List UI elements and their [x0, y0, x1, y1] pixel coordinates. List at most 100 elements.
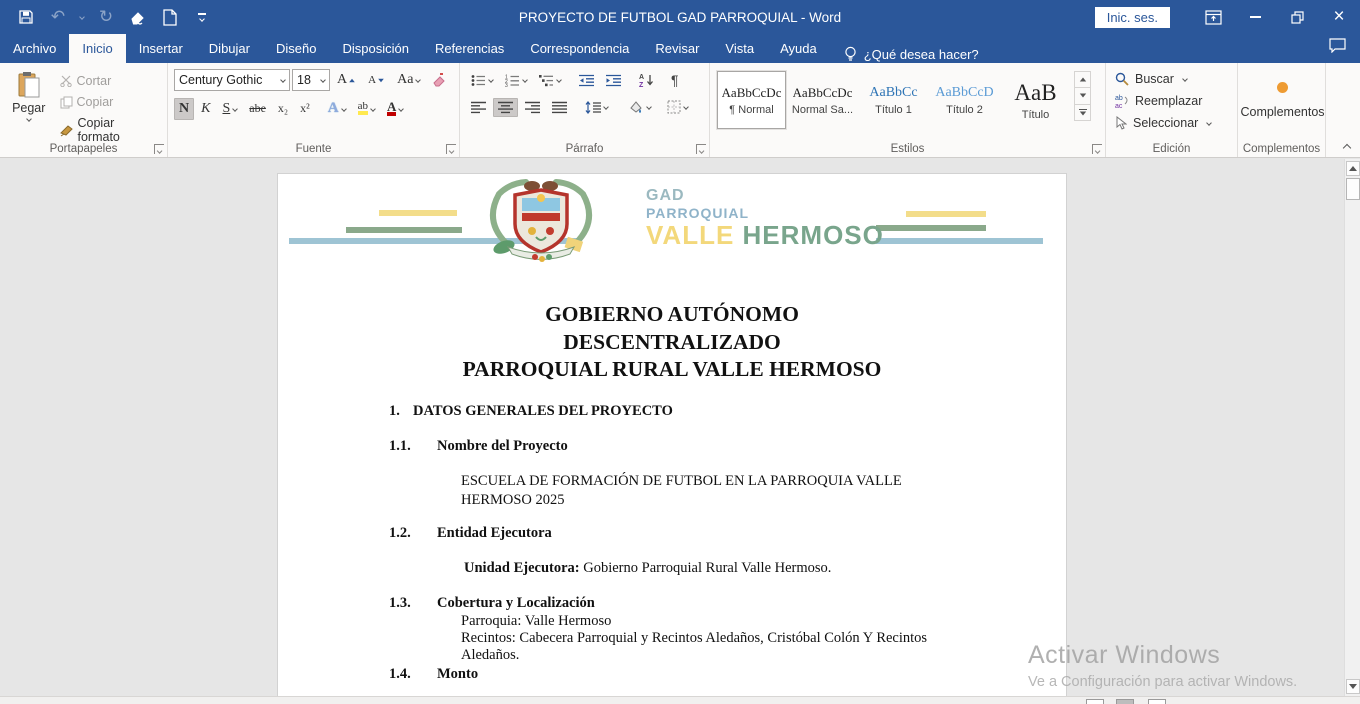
- tab-archivo[interactable]: Archivo: [0, 34, 69, 63]
- ribbon-right-margin: [1326, 63, 1360, 157]
- svg-text:Z: Z: [639, 82, 644, 87]
- font-size-value: 18: [297, 73, 311, 87]
- paste-dropdown-icon[interactable]: [26, 116, 32, 122]
- document-area[interactable]: GAD PARROQUIAL VALLE HERMOSO GOBIERNO AU…: [0, 159, 1360, 696]
- tell-me-box[interactable]: ¿Qué desea hacer?: [844, 46, 979, 63]
- section-1-4-title: 1.4.Monto: [389, 665, 1009, 684]
- new-document-icon[interactable]: [156, 4, 184, 30]
- clipboard-dialog-launcher-icon[interactable]: [154, 144, 164, 154]
- ribbon-display-options-icon[interactable]: [1192, 0, 1234, 34]
- bullets-button[interactable]: [466, 71, 498, 90]
- font-color-button[interactable]: A: [382, 98, 408, 119]
- section-1-2-body-bold: Unidad Ejecutora:: [464, 560, 580, 576]
- tab-dibujar[interactable]: Dibujar: [196, 34, 263, 63]
- save-icon[interactable]: [12, 4, 40, 30]
- undo-icon: ↶: [44, 4, 72, 30]
- tab-referencias[interactable]: Referencias: [422, 34, 517, 63]
- minimize-button[interactable]: [1234, 0, 1276, 34]
- clear-formatting-button[interactable]: [427, 70, 453, 90]
- line-spacing-button[interactable]: [580, 98, 613, 117]
- replace-icon: abac: [1115, 94, 1129, 108]
- find-button[interactable]: Buscar: [1112, 70, 1233, 88]
- scroll-down-icon[interactable]: [1346, 679, 1360, 694]
- tab-vista[interactable]: Vista: [712, 34, 767, 63]
- scrollbar-thumb[interactable]: [1346, 178, 1360, 200]
- align-left-button[interactable]: [466, 98, 491, 117]
- section-1-3-title: 1.3.Cobertura y Localización: [389, 594, 1009, 613]
- tab-disposicion[interactable]: Disposición: [329, 34, 421, 63]
- close-button[interactable]: ×: [1318, 0, 1360, 34]
- text-highlight-button[interactable]: ab: [353, 99, 380, 118]
- paragraph-dialog-launcher-icon[interactable]: [696, 144, 706, 154]
- justify-button[interactable]: [547, 98, 572, 117]
- restore-button[interactable]: [1276, 0, 1318, 34]
- select-button[interactable]: Seleccionar: [1112, 114, 1233, 132]
- sort-button[interactable]: AZ: [634, 70, 660, 90]
- group-edicion: Buscar abac Reemplazar Seleccionar Edici…: [1106, 63, 1238, 157]
- scroll-up-icon[interactable]: [1346, 161, 1360, 176]
- change-case-button[interactable]: Aa: [392, 69, 425, 91]
- addins-label: Complementos: [1240, 105, 1324, 119]
- section-1-1-body: ESCUELA DE FORMACIÓN DE FUTBOL EN LA PAR…: [461, 472, 961, 510]
- italic-button[interactable]: K: [196, 98, 215, 120]
- superscript-button[interactable]: x²: [295, 98, 315, 119]
- text-effects-button[interactable]: A: [323, 97, 351, 120]
- eraser-icon[interactable]: [124, 4, 152, 30]
- logo-stripe-green-left: [346, 227, 462, 233]
- addins-button[interactable]: Complementos: [1244, 69, 1321, 131]
- document-page[interactable]: GAD PARROQUIAL VALLE HERMOSO GOBIERNO AU…: [277, 173, 1067, 696]
- collapse-ribbon-icon[interactable]: [1343, 144, 1351, 152]
- tab-ayuda[interactable]: Ayuda: [767, 34, 830, 63]
- grow-font-button[interactable]: A: [332, 69, 361, 91]
- paste-button[interactable]: Pegar: [6, 69, 52, 139]
- logo-text-parroquial: PARROQUIAL: [646, 206, 884, 220]
- watermark-line-1: Activar Windows: [1028, 641, 1297, 670]
- underline-button[interactable]: S: [217, 98, 242, 120]
- numbering-button[interactable]: 123: [500, 71, 532, 90]
- document-heading: GOBIERNO AUTÓNOMO DESCENTRALIZADO PARROQ…: [278, 301, 1066, 384]
- bold-button[interactable]: N: [174, 98, 194, 120]
- tab-diseno[interactable]: Diseño: [263, 34, 329, 63]
- font-dialog-launcher-icon[interactable]: [446, 144, 456, 154]
- style-normal-sa[interactable]: AaBbCcDc Normal Sa...: [788, 71, 857, 129]
- style-titulo[interactable]: AaB Título: [1001, 71, 1070, 129]
- tab-insertar[interactable]: Insertar: [126, 34, 196, 63]
- print-layout-icon[interactable]: [1116, 699, 1134, 704]
- styles-dialog-launcher-icon[interactable]: [1092, 144, 1102, 154]
- font-size-combo[interactable]: 18: [292, 69, 330, 91]
- format-painter-label: Copiar formato: [78, 116, 160, 144]
- read-mode-icon[interactable]: [1086, 699, 1104, 704]
- vertical-scrollbar[interactable]: [1344, 159, 1360, 696]
- styles-scroll-up-icon[interactable]: [1075, 72, 1090, 88]
- style-normal[interactable]: AaBbCcDc ¶ Normal: [717, 71, 786, 129]
- web-layout-icon[interactable]: [1148, 699, 1166, 704]
- svg-text:A: A: [639, 74, 644, 81]
- customize-qat-icon[interactable]: [188, 4, 216, 30]
- strikethrough-button[interactable]: abe: [244, 98, 271, 119]
- redo-icon: ↻: [92, 4, 120, 30]
- decrease-indent-button[interactable]: [574, 71, 599, 90]
- align-right-button[interactable]: [520, 98, 545, 117]
- tab-revisar[interactable]: Revisar: [642, 34, 712, 63]
- multilevel-list-button[interactable]: [534, 71, 566, 90]
- styles-scroll-down-icon[interactable]: [1075, 88, 1090, 104]
- tab-inicio[interactable]: Inicio: [69, 34, 125, 63]
- tab-correspondencia[interactable]: Correspondencia: [517, 34, 642, 63]
- style-titulo-1[interactable]: AaBbCc Título 1: [859, 71, 928, 129]
- shading-button[interactable]: [623, 97, 656, 117]
- styles-more-icon[interactable]: [1075, 105, 1090, 120]
- align-center-button[interactable]: [493, 98, 518, 117]
- clipboard-icon: [17, 71, 41, 99]
- font-name-combo[interactable]: Century Gothic: [174, 69, 290, 91]
- shrink-font-button[interactable]: A: [363, 71, 390, 89]
- comment-icon[interactable]: [1329, 38, 1346, 58]
- borders-button[interactable]: [662, 97, 693, 117]
- format-painter-button[interactable]: Copiar formato: [56, 114, 164, 146]
- increase-indent-button[interactable]: [601, 71, 626, 90]
- replace-button[interactable]: abac Reemplazar: [1112, 92, 1233, 110]
- lightbulb-icon: [844, 46, 857, 63]
- sign-in-button[interactable]: Inic. ses.: [1095, 7, 1170, 28]
- show-paragraph-marks-button[interactable]: ¶: [666, 69, 684, 91]
- subscript-button[interactable]: x₂: [273, 98, 293, 119]
- style-titulo-2[interactable]: AaBbCcD Título 2: [930, 71, 999, 129]
